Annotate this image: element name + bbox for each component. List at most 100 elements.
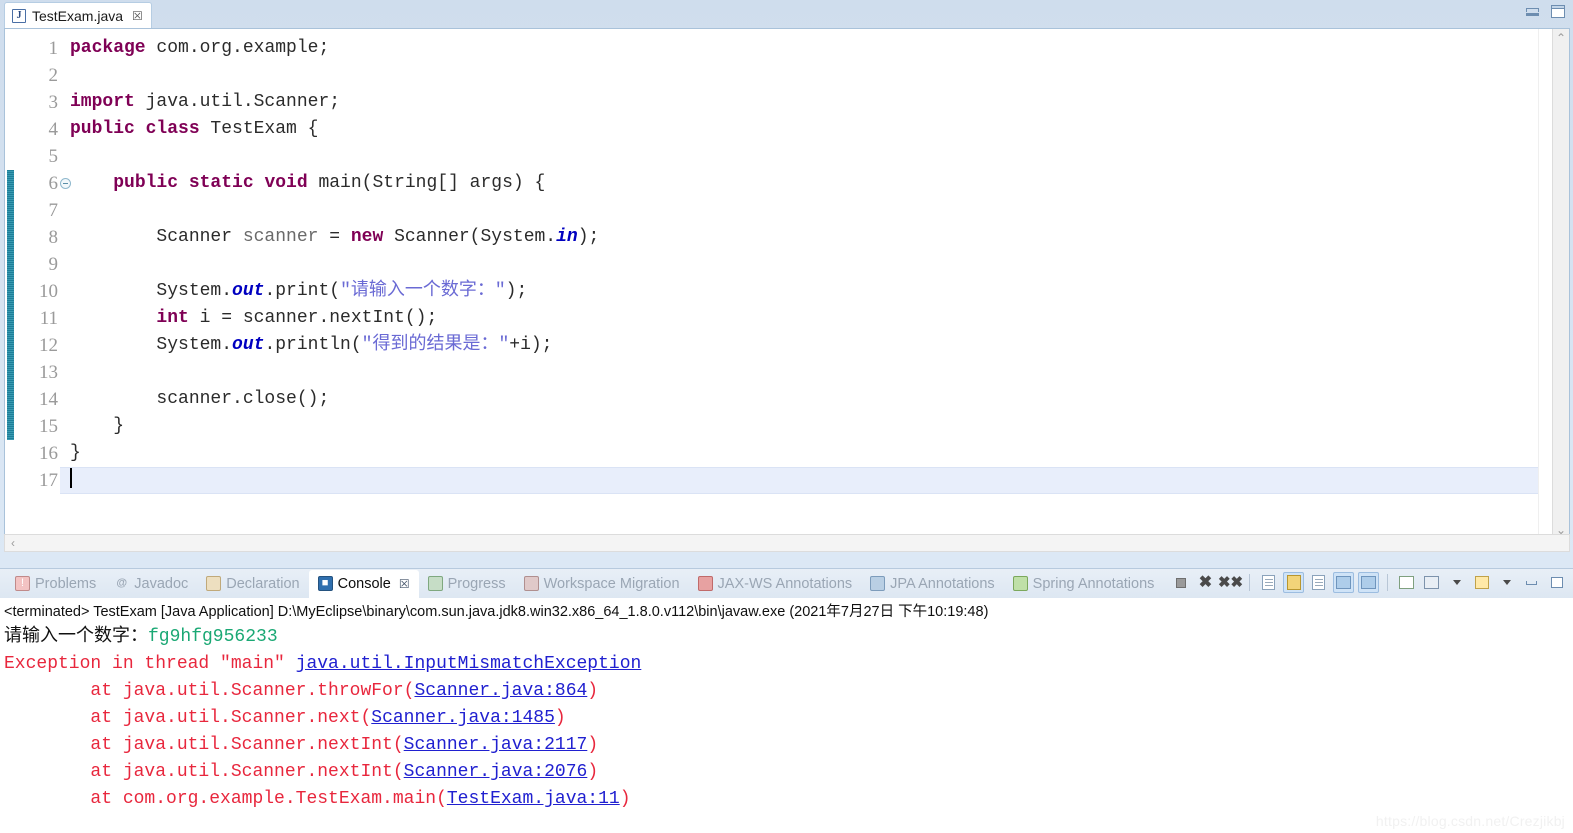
code-line[interactable]: } — [60, 440, 1569, 467]
open-console-button[interactable] — [1471, 572, 1492, 593]
word-wrap-button[interactable] — [1308, 572, 1329, 593]
code-line[interactable]: import java.util.Scanner; — [60, 89, 1569, 116]
tab-jpa-annotations[interactable]: JPA Annotations — [861, 570, 1004, 598]
code-token: package — [70, 38, 146, 58]
tab-progress[interactable]: Progress — [419, 570, 515, 598]
close-icon[interactable]: ☒ — [399, 577, 410, 591]
tab-label: Console — [337, 575, 391, 592]
editor-tab-label: TestExam.java — [32, 7, 124, 24]
tab-label: Progress — [447, 575, 506, 592]
stacktrace-link[interactable]: Scanner.java:2117 — [404, 735, 588, 755]
code-line[interactable]: int i = scanner.nextInt(); — [60, 305, 1569, 332]
line-number-gutter: 1 2 3 4 5 6 7 8 9 10 11 12 13 14 15 16 17 — [14, 29, 71, 539]
maximize-button[interactable] — [1546, 572, 1567, 593]
editor-vertical-scrollbar[interactable]: ⌃ ⌄ — [1552, 29, 1569, 539]
code-token: } — [70, 416, 125, 436]
code-line[interactable] — [60, 197, 1569, 224]
code-token: new — [350, 227, 384, 247]
maximize-icon[interactable] — [1551, 5, 1565, 18]
display-selected-console-button[interactable] — [1421, 572, 1442, 593]
editor-tabbar: J TestExam.java ☒ — [0, 0, 1573, 28]
code-token: out — [232, 281, 265, 301]
stacktrace-link[interactable]: Scanner.java:2076 — [404, 762, 588, 782]
console-terminated-line: <terminated> TestExam [Java Application]… — [4, 604, 989, 620]
line-number: 6 — [14, 170, 71, 197]
code-token: .println( — [264, 335, 362, 355]
change-bar — [7, 170, 14, 440]
text-caret — [70, 468, 72, 488]
remove-all-terminated-button[interactable]: ✖✖ — [1218, 572, 1243, 593]
editor-horizontal-scrollbar[interactable]: ‹ — [4, 534, 1570, 552]
tab-workspace-migration[interactable]: Workspace Migration — [515, 570, 689, 598]
stacktrace-link[interactable]: java.util.InputMismatchException — [296, 654, 642, 674]
pin-console-button[interactable] — [1396, 572, 1417, 593]
tab-spring-annotations[interactable]: Spring Annotations — [1004, 570, 1164, 598]
code-line[interactable]: } — [60, 413, 1569, 440]
code-token: System. — [70, 335, 233, 355]
show-console-on-error-button[interactable] — [1358, 572, 1379, 593]
editor-tab-testexam-java[interactable]: J TestExam.java ☒ — [4, 2, 152, 28]
code-line[interactable]: scanner.close(); — [60, 386, 1569, 413]
scroll-lock-button[interactable] — [1283, 572, 1304, 593]
code-line[interactable] — [60, 251, 1569, 278]
console-tabbar: ! Problems @ Javadoc Declaration ■ Console ☒ Pro… — [0, 569, 1573, 598]
code-token: public class — [70, 119, 200, 139]
remove-launch-button[interactable]: ✖ — [1195, 572, 1216, 593]
tab-label: Declaration — [226, 575, 300, 592]
console-toolbar: ✖ ✖✖ — [1170, 572, 1567, 593]
code-token: +i); — [509, 335, 553, 355]
code-line[interactable] — [60, 359, 1569, 386]
tab-declaration[interactable]: Declaration — [197, 570, 308, 598]
line-number: 3 — [48, 92, 59, 113]
scroll-up-icon[interactable]: ⌃ — [1556, 32, 1566, 44]
console-text: at com.org.example.TestExam.main( — [4, 789, 447, 809]
code-line[interactable]: public static void main(String[] args) { — [60, 170, 1569, 197]
code-line[interactable]: package com.org.example; — [60, 35, 1569, 62]
console-text: ) — [587, 735, 599, 755]
close-icon[interactable]: ☒ — [132, 9, 143, 23]
line-number: 15 — [39, 416, 58, 437]
stacktrace-link[interactable]: TestExam.java:11 — [447, 789, 620, 809]
tab-console[interactable]: ■ Console ☒ — [308, 569, 419, 598]
tab-jax-ws-annotations[interactable]: JAX-WS Annotations — [689, 570, 862, 598]
minimize-button[interactable] — [1521, 572, 1542, 593]
code-line[interactable] — [60, 62, 1569, 89]
display-selected-console-menu[interactable] — [1446, 572, 1467, 593]
progress-icon — [427, 576, 443, 591]
console-text: ) — [587, 762, 599, 782]
open-console-menu[interactable] — [1496, 572, 1517, 593]
code-token: } — [70, 443, 81, 463]
code-line[interactable]: public class TestExam { — [60, 116, 1569, 143]
stacktrace-link[interactable]: Scanner.java:1485 — [371, 708, 555, 728]
tab-label: Javadoc — [134, 575, 189, 592]
show-console-on-output-button[interactable] — [1333, 572, 1354, 593]
scroll-left-icon[interactable]: ‹ — [11, 536, 15, 550]
editor-body[interactable]: 1 2 3 4 5 6 7 8 9 10 11 12 13 14 15 16 17 package com.or… — [4, 28, 1570, 540]
console-text: fg9hfg956233 — [148, 627, 278, 647]
tab-problems[interactable]: ! Problems — [6, 570, 105, 598]
console-output-line: at java.util.Scanner.throwFor(Scanner.ja… — [4, 678, 1573, 705]
line-number: 17 — [39, 470, 58, 491]
code-token: "请输入一个数字：" — [340, 281, 506, 301]
tab-javadoc[interactable]: @ Javadoc — [105, 570, 197, 598]
code-area[interactable]: package com.org.example; import java.util… — [60, 29, 1569, 539]
console-output[interactable]: <terminated> TestExam [Java Application]… — [0, 598, 1573, 833]
console-text: ) — [619, 789, 631, 809]
editor-part: J TestExam.java ☒ 1 2 3 4 5 6 7 8 9 10 11 12 13 14 15 1… — [0, 0, 1573, 568]
stacktrace-link[interactable]: Scanner.java:864 — [414, 681, 587, 701]
code-line[interactable]: Scanner scanner = new Scanner(System.in)… — [60, 224, 1569, 251]
console-output-line: at java.util.Scanner.next(Scanner.java:1… — [4, 705, 1573, 732]
minimize-icon[interactable] — [1526, 7, 1539, 16]
code-line[interactable]: System.out.println("得到的结果是："+i); — [60, 332, 1569, 359]
code-line[interactable] — [60, 143, 1569, 170]
line-number: 8 — [48, 227, 59, 248]
clear-console-button[interactable] — [1258, 572, 1279, 593]
tab-label: JPA Annotations — [890, 575, 995, 592]
code-line[interactable] — [60, 467, 1569, 494]
overview-ruler[interactable] — [1538, 29, 1552, 539]
terminate-button[interactable] — [1170, 572, 1191, 593]
code-line[interactable]: System.out.print("请输入一个数字："); — [60, 278, 1569, 305]
line-number: 10 — [39, 281, 58, 302]
line-number: 9 — [48, 254, 59, 275]
